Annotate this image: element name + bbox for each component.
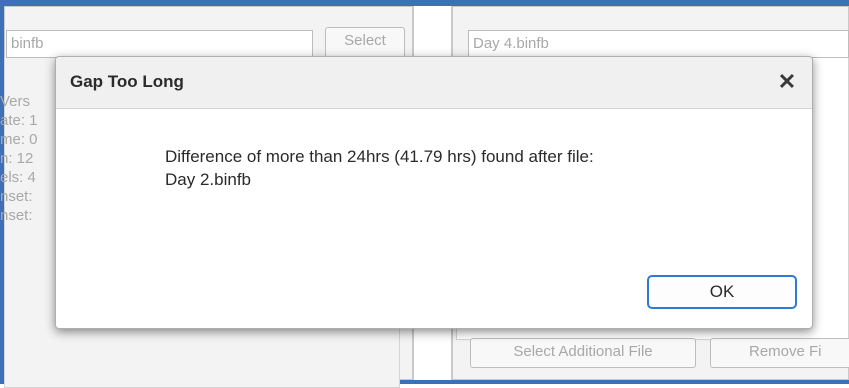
select-button[interactable]: Select <box>325 27 405 58</box>
select-additional-file-button[interactable]: Select Additional File <box>470 338 696 368</box>
info-line: els: 4 <box>0 169 36 186</box>
message-file-name: Day 2.binfb <box>165 170 251 189</box>
info-line: n: 12 <box>0 150 34 167</box>
info-line: me: 0 <box>0 131 38 148</box>
file-info-list: Vers ate: 1 me: 0 n: 12 els: 4 nset: nse… <box>0 92 38 225</box>
message-line: Difference of more than 24hrs (41.79 hrs… <box>165 147 594 166</box>
file-path-field[interactable]: binfb <box>6 30 313 58</box>
dialog-header: Gap Too Long ✕ <box>56 57 812 109</box>
dialog-message: Difference of more than 24hrs (41.79 hrs… <box>165 145 594 191</box>
info-line: nset: <box>0 207 33 224</box>
file-list-item[interactable]: Day 4.binfb <box>468 30 849 58</box>
gap-too-long-dialog: Gap Too Long ✕ Difference of more than 2… <box>55 56 813 329</box>
ok-button[interactable]: OK <box>647 275 797 309</box>
close-icon[interactable]: ✕ <box>776 71 798 93</box>
remove-file-button[interactable]: Remove Fi <box>710 338 849 368</box>
info-line: ate: 1 <box>0 112 38 129</box>
info-line: nset: <box>0 188 33 205</box>
info-line: Vers <box>0 93 31 110</box>
dialog-title: Gap Too Long <box>70 72 184 91</box>
